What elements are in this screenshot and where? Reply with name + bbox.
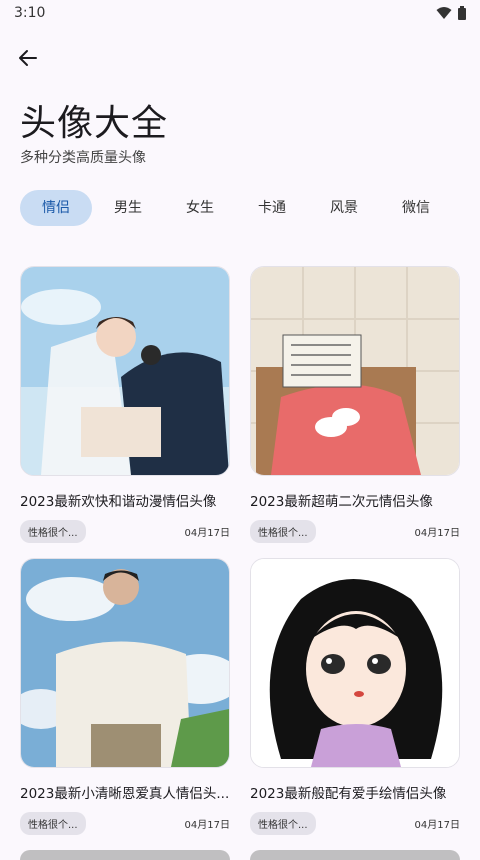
card-date: 04月17日	[184, 528, 230, 539]
card-meta: 性格很个... 04月17日	[250, 812, 460, 835]
page-subtitle: 多种分类高质量头像	[20, 150, 146, 166]
category-tabs: 情侣 男生 女生 卡通 风景 微信	[20, 190, 452, 226]
next-card-peek	[250, 850, 460, 860]
card-meta: 性格很个... 04月17日	[250, 520, 460, 543]
card-image[interactable]	[20, 266, 230, 476]
card-title: 2023最新欢快和谐动漫情侣头像	[20, 494, 217, 510]
status-time: 3:10	[14, 5, 46, 21]
battery-icon	[458, 5, 466, 24]
page-title: 头像大全	[20, 103, 169, 144]
tab-couple[interactable]: 情侣	[20, 190, 92, 226]
back-button[interactable]	[14, 44, 42, 72]
card-date: 04月17日	[414, 820, 460, 831]
card-image[interactable]	[250, 266, 460, 476]
card-tag: 性格很个...	[20, 520, 86, 543]
card-date: 04月17日	[414, 528, 460, 539]
card-tag: 性格很个...	[250, 812, 316, 835]
card-title: 2023最新小清晰恩爱真人情侣头...	[20, 786, 230, 802]
card-date: 04月17日	[184, 820, 230, 831]
card-tag: 性格很个...	[20, 812, 86, 835]
avatar-card[interactable]: 2023最新般配有爱手绘情侣头像 性格很个... 04月17日	[250, 558, 460, 835]
card-title: 2023最新般配有爱手绘情侣头像	[250, 786, 447, 802]
wifi-icon	[436, 5, 452, 24]
tab-scenery[interactable]: 风景	[308, 190, 380, 226]
next-card-peek	[20, 850, 230, 860]
avatar-card[interactable]: 2023最新欢快和谐动漫情侣头像 性格很个... 04月17日	[20, 266, 230, 543]
card-image[interactable]	[20, 558, 230, 768]
avatar-card[interactable]: 2023最新超萌二次元情侣头像 性格很个... 04月17日	[250, 266, 460, 543]
tab-boys[interactable]: 男生	[92, 190, 164, 226]
tab-wechat[interactable]: 微信	[380, 190, 452, 226]
status-bar: 3:10	[0, 0, 480, 26]
status-icons	[436, 5, 466, 24]
card-meta: 性格很个... 04月17日	[20, 812, 230, 835]
card-meta: 性格很个... 04月17日	[20, 520, 230, 543]
avatar-card[interactable]: 2023最新小清晰恩爱真人情侣头... 性格很个... 04月17日	[20, 558, 230, 835]
card-tag: 性格很个...	[250, 520, 316, 543]
tab-cartoon[interactable]: 卡通	[236, 190, 308, 226]
tab-girls[interactable]: 女生	[164, 190, 236, 226]
card-title: 2023最新超萌二次元情侣头像	[250, 494, 433, 510]
card-image[interactable]	[250, 558, 460, 768]
arrow-left-icon	[19, 50, 37, 66]
